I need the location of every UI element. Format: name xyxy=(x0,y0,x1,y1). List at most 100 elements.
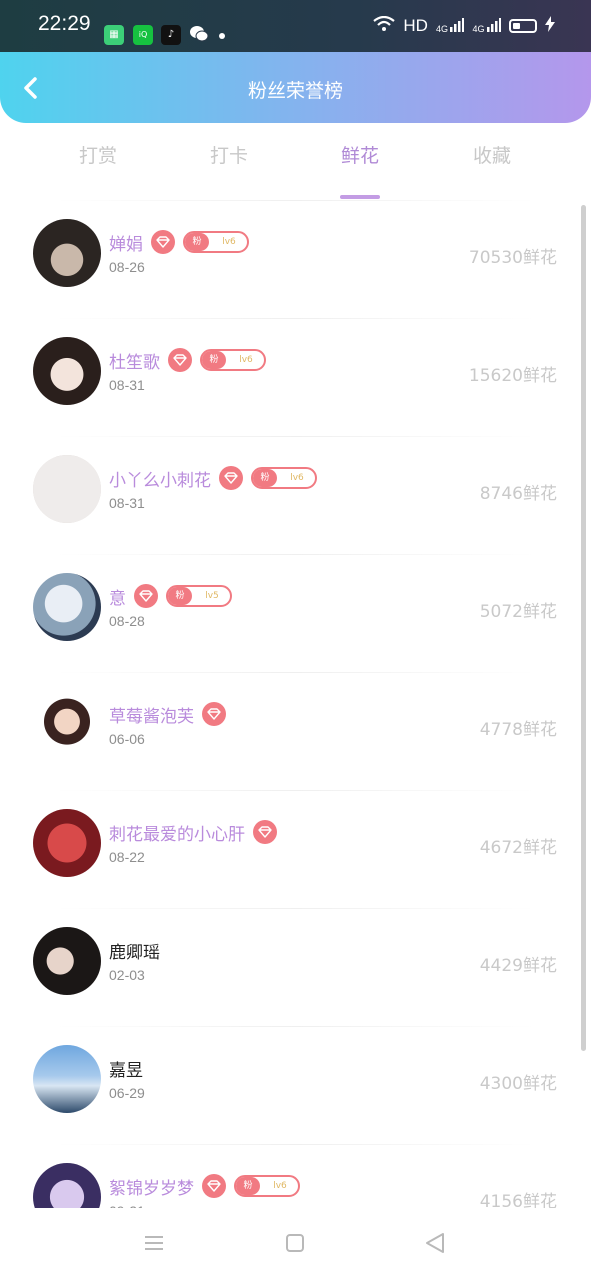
signal-icon-1: 4G xyxy=(436,18,465,34)
user-name[interactable]: 小丫么小刺花 xyxy=(109,466,211,491)
fan-label: 粉 xyxy=(185,233,209,251)
avatar[interactable] xyxy=(33,809,101,877)
name-line: 杜笙歌 粉 lv6 xyxy=(109,347,266,373)
user-name[interactable]: 絮锦岁岁梦 xyxy=(109,1174,194,1199)
header: 22:29 ▦ iQ ♪ HD 4G 4G 粉丝荣誉榜 xyxy=(0,0,591,123)
fan-level-badge: 粉 lv6 xyxy=(200,349,266,371)
battery-icon xyxy=(509,19,537,33)
flower-amount: 5072鲜花 xyxy=(479,602,557,622)
tab-tips[interactable]: 打赏 xyxy=(58,141,138,168)
flower-amount: 4672鲜花 xyxy=(479,838,557,858)
fan-level: lv6 xyxy=(290,473,304,483)
ranking-row[interactable]: 婵娟 粉 lv6 08-26 70530鲜花 xyxy=(0,201,591,319)
ranking-row[interactable]: 意 粉 lv5 08-28 5072鲜花 xyxy=(0,555,591,673)
user-name[interactable]: 意 xyxy=(109,584,126,609)
wechat-app-icon xyxy=(189,25,209,45)
flower-amount: 4429鲜花 xyxy=(479,956,557,976)
diamond-badge-icon xyxy=(202,1174,226,1198)
home-button[interactable] xyxy=(280,1228,310,1258)
fan-level-badge: 粉 lv6 xyxy=(234,1175,300,1197)
ranking-row[interactable]: 鹿卿瑶 02-03 4429鲜花 xyxy=(0,909,591,1027)
user-name[interactable]: 鹿卿瑶 xyxy=(109,938,160,963)
flower-amount: 70530鲜花 xyxy=(468,248,557,268)
system-nav-bar xyxy=(0,1208,591,1280)
name-line: 刺花最爱的小心肝 xyxy=(109,819,277,845)
row-date: 08-31 xyxy=(109,377,145,393)
fan-level-badge: 粉 lv5 xyxy=(166,585,232,607)
ranking-list[interactable]: 婵娟粉 lv6 08-26 70530鲜花 杜笙歌粉 lv6 08-31 15620鲜花 小丫么… xyxy=(0,200,591,1208)
page-title: 粉丝荣誉榜 xyxy=(247,80,343,102)
row-date: 08-31 xyxy=(109,495,145,511)
row-date: 08-22 xyxy=(109,849,145,865)
tiktok-app-icon: ♪ xyxy=(161,25,181,45)
name-line: 鹿卿瑶 xyxy=(109,937,160,963)
avatar[interactable] xyxy=(33,455,101,523)
fan-level-badge: 粉 lv6 xyxy=(183,231,249,253)
fan-label: 粉 xyxy=(253,469,277,487)
flower-amount: 15620鲜花 xyxy=(468,366,557,386)
menu-icon xyxy=(145,1236,163,1250)
status-bar: 22:29 ▦ iQ ♪ HD 4G 4G xyxy=(0,0,591,52)
ranking-row[interactable]: 嘉昱 06-29 4300鲜花 xyxy=(0,1027,591,1145)
tab-favorites[interactable]: 收藏 xyxy=(452,141,532,168)
fan-level-badge: 粉 lv6 xyxy=(251,467,317,489)
name-line: 小丫么小刺花 粉 lv6 xyxy=(109,465,317,491)
row-date: 02-03 xyxy=(109,967,145,983)
hd-label: HD xyxy=(403,16,428,35)
name-line: 意 粉 lv5 xyxy=(109,583,232,609)
user-name[interactable]: 刺花最爱的小心肝 xyxy=(109,820,245,845)
status-time: 22:29 xyxy=(38,12,91,35)
flower-amount: 4778鲜花 xyxy=(479,720,557,740)
diamond-badge-icon xyxy=(202,702,226,726)
avatar[interactable] xyxy=(33,1045,101,1113)
diamond-badge-icon xyxy=(253,820,277,844)
fan-label: 粉 xyxy=(236,1177,260,1195)
ranking-row[interactable]: 刺花最爱的小心肝 08-22 4672鲜花 xyxy=(0,791,591,909)
sheet-app-icon: ▦ xyxy=(104,25,124,45)
name-line: 婵娟 粉 lv6 xyxy=(109,229,249,255)
tab-flowers[interactable]: 鲜花 xyxy=(320,141,400,199)
user-name[interactable]: 杜笙歌 xyxy=(109,348,160,373)
iqiyi-app-icon: iQ xyxy=(133,25,153,45)
system-back-button[interactable] xyxy=(420,1228,450,1258)
ranking-row[interactable]: 小丫么小刺花 粉 lv6 08-31 8746鲜花 xyxy=(0,437,591,555)
row-date: 08-26 xyxy=(109,259,145,275)
row-date: 06-29 xyxy=(109,1085,145,1101)
tab-checkin[interactable]: 打卡 xyxy=(189,141,269,168)
diamond-badge-icon xyxy=(219,466,243,490)
avatar[interactable] xyxy=(33,691,101,759)
notification-dot-icon xyxy=(219,33,225,39)
name-line: 嘉昱 xyxy=(109,1055,143,1081)
status-indicators: HD 4G 4G xyxy=(373,14,555,38)
fan-level: lv6 xyxy=(239,355,253,365)
signal-icon-2: 4G xyxy=(472,18,501,34)
user-name[interactable]: 婵娟 xyxy=(109,230,143,255)
avatar[interactable] xyxy=(33,927,101,995)
diamond-badge-icon xyxy=(168,348,192,372)
ranking-row[interactable]: 絮锦岁岁梦粉lv609-214156鲜花 xyxy=(0,1145,591,1208)
name-line: 草莓酱泡芙 xyxy=(109,701,226,727)
avatar[interactable] xyxy=(33,573,101,641)
user-name[interactable]: 草莓酱泡芙 xyxy=(109,702,194,727)
scrollbar[interactable] xyxy=(581,205,586,1051)
flower-amount: 4156鲜花 xyxy=(479,1192,557,1208)
avatar[interactable] xyxy=(33,219,101,287)
avatar[interactable] xyxy=(33,337,101,405)
diamond-badge-icon xyxy=(151,230,175,254)
flower-amount: 8746鲜花 xyxy=(479,484,557,504)
user-name[interactable]: 嘉昱 xyxy=(109,1056,143,1081)
diamond-badge-icon xyxy=(134,584,158,608)
menu-button[interactable] xyxy=(139,1228,169,1258)
fan-label: 粉 xyxy=(202,351,226,369)
row-date: 08-28 xyxy=(109,613,145,629)
ranking-row[interactable]: 草莓酱泡芙 06-06 4778鲜花 xyxy=(0,673,591,791)
tab-active-indicator xyxy=(340,195,380,199)
ranking-row[interactable]: 杜笙歌 粉 lv6 08-31 15620鲜花 xyxy=(0,319,591,437)
flower-amount: 4300鲜花 xyxy=(479,1074,557,1094)
back-triangle-icon xyxy=(426,1233,444,1253)
fan-label: 粉 xyxy=(168,587,192,605)
avatar[interactable] xyxy=(33,1163,101,1208)
tab-bar: 打赏 打卡 鲜花 收藏 xyxy=(0,123,591,203)
fan-level: lv5 xyxy=(205,591,219,601)
tab-flowers-label: 鲜花 xyxy=(340,145,379,167)
